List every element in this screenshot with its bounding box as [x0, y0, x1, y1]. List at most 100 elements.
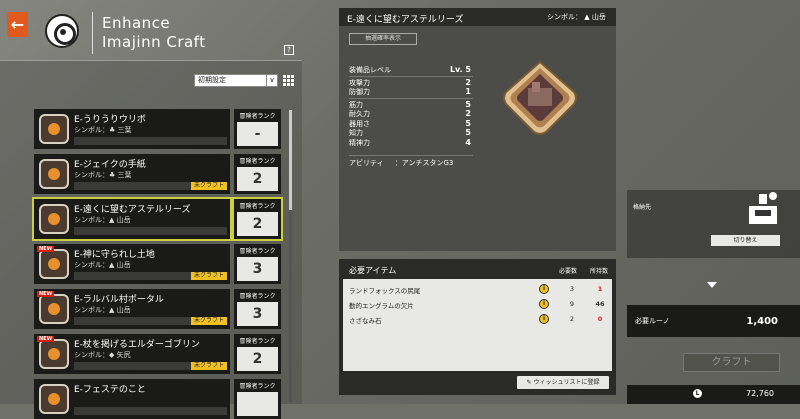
recipe-name: E-ラルバル村ポータル — [74, 295, 164, 305]
uncrafted-badge: 未クラフト — [190, 272, 227, 280]
rank-value: 3 — [237, 302, 278, 326]
imajinn-thumbnail-icon — [39, 384, 69, 414]
page-title-line2: Imajinn Craft — [102, 33, 206, 51]
recipe-card[interactable]: E-うりうりウリボ シンボル：♣ 三葉 — [34, 109, 230, 149]
recipe-card[interactable]: E-フェステのこと — [34, 379, 230, 419]
recipe-name: E-杖を掲げるエルダーゴブリン — [74, 340, 200, 350]
symbol-icon: ▲ — [109, 216, 115, 224]
info-icon[interactable]: i — [539, 284, 549, 294]
rank-label: 冒険者ランク — [239, 113, 276, 120]
edit-icon: ✎ — [526, 379, 532, 386]
recipe-symbol: シンボル：▲ 山岳 — [74, 306, 131, 314]
rank-label: 冒険者ランク — [239, 248, 276, 255]
recipe-name: E-ジェイクの手紙 — [74, 160, 146, 170]
progress-bar — [74, 227, 227, 235]
wishlist-button[interactable]: ✎ ウィッシュリストに登録 — [517, 376, 609, 389]
recipe-name: E-遠くに望むアステルリーズ — [74, 205, 191, 215]
symbol-icon: ♣ — [109, 171, 116, 179]
recipe-card[interactable]: E-ジェイクの手紙 シンボル：♣ 三葉 未クラフト — [34, 154, 230, 194]
imajinn-thumbnail-icon — [39, 294, 69, 324]
attribute-row: 器用さ 5 — [349, 118, 471, 128]
switch-button[interactable]: 切り替え — [711, 235, 780, 246]
adventurer-rank: 冒険者ランク 2 — [234, 334, 281, 374]
storage-label: 格納先 — [633, 204, 652, 211]
level-row: 装備品レベル Lv. 5 — [349, 65, 471, 74]
list-scrollbar[interactable] — [289, 110, 292, 402]
recipe-symbol: シンボル：▲ 山岳 — [74, 261, 131, 269]
new-badge: NEW — [37, 336, 55, 342]
stat-row: 防御力 1 — [349, 87, 471, 96]
page-title-line1: Enhance — [102, 14, 171, 32]
rank-value: 2 — [237, 347, 278, 371]
required-item-row[interactable]: さざなみ石 i 2 0 — [343, 312, 612, 326]
required-item-row[interactable]: ランドフォックスの尻尾 i 3 1 — [343, 282, 612, 296]
rank-label: 冒険者ランク — [239, 158, 276, 165]
probability-button[interactable]: 抽選確率表示 — [349, 33, 417, 45]
recipe-symbol: シンボル：♣ 三葉 — [74, 126, 132, 134]
attribute-row: 知力 5 — [349, 128, 471, 137]
detail-title: E-遠くに望むアステルリーズ — [347, 15, 464, 25]
symbol-icon: ▲ — [109, 261, 115, 269]
item-have: 1 — [597, 285, 603, 293]
arrow-down-icon — [707, 282, 717, 288]
stats-table: 装備品レベル Lv. 5 攻撃力 2 防御力 1 筋力 5 耐久力 2 器用さ 5 知力 5 精神力 4 — [349, 65, 473, 147]
adventurer-rank: 冒険者ランク 2 — [232, 197, 283, 241]
rank-value: 2 — [237, 212, 278, 236]
recipe-symbol: シンボル：♣ 三葉 — [74, 171, 132, 179]
sort-selected: 初期設定 — [198, 76, 226, 84]
adventurer-rank: 冒険者ランク 3 — [234, 289, 281, 329]
new-badge: NEW — [37, 291, 55, 297]
recipe-card[interactable]: E-遠くに望むアステルリーズ シンボル：▲ 山岳 — [32, 197, 232, 241]
item-name: ランドフォックスの尻尾 — [349, 287, 421, 295]
qty-header: 必要数 — [559, 268, 578, 275]
imajinn-logo-icon — [45, 14, 79, 48]
chevron-down-icon: ∨ — [266, 75, 277, 86]
imajinn-thumbnail-icon — [39, 114, 69, 144]
adventurer-rank: 冒険者ランク 2 — [234, 154, 281, 194]
scrollbar-thumb[interactable] — [289, 110, 292, 210]
required-items-list: ランドフォックスの尻尾 i 3 1 勤的エングラムの欠片 i 9 46 さざなみ石 i 2 0 — [343, 279, 612, 371]
attribute-row: 筋力 5 — [349, 99, 471, 109]
imajinn-thumbnail-icon — [39, 339, 69, 369]
recipe-name: E-うりうりウリボ — [74, 115, 146, 125]
rune-value: 1,400 — [746, 316, 778, 327]
mountain-icon: ▲ — [584, 13, 590, 21]
item-qty: 3 — [569, 285, 575, 293]
imajinn-thumbnail-icon — [39, 249, 69, 279]
storage-box-icon — [749, 192, 777, 224]
adventurer-rank: 冒険者ランク 3 — [234, 244, 281, 284]
uncrafted-badge: 未クラフト — [190, 362, 227, 370]
recipe-card[interactable]: NEW E-神に守られし土地 シンボル：▲ 山岳 未クラフト — [34, 244, 230, 284]
help-icon[interactable]: ? — [284, 45, 294, 55]
imajinn-thumbnail-icon — [39, 204, 69, 234]
item-have: 46 — [595, 300, 605, 308]
progress-bar — [74, 137, 227, 145]
craft-button[interactable]: クラフト — [683, 353, 780, 372]
rank-label: 冒険者ランク — [239, 338, 276, 345]
recipe-symbol: シンボル：◆ 矢尻 — [74, 351, 131, 359]
grid-view-icon[interactable] — [283, 75, 294, 86]
symbol-icon: ◆ — [109, 351, 115, 359]
rank-value — [237, 392, 278, 416]
rank-label: 冒険者ランク — [239, 293, 276, 300]
back-button[interactable]: ← — [7, 12, 28, 37]
info-icon[interactable]: i — [539, 299, 549, 309]
info-icon[interactable]: i — [539, 314, 549, 324]
required-item-row[interactable]: 勤的エングラムの欠片 i 9 46 — [343, 297, 612, 311]
recipe-symbol: シンボル：▲ 山岳 — [74, 216, 131, 224]
rune-label: 必要ルーノ — [635, 317, 670, 325]
sort-dropdown[interactable]: 初期設定 ∨ — [194, 74, 278, 87]
symbol-icon: ♣ — [109, 126, 116, 134]
detail-symbol: シンボル： ▲ 山岳 — [547, 13, 606, 21]
rank-value: 2 — [237, 167, 278, 191]
rank-value: 3 — [237, 257, 278, 281]
rank-label: 冒険者ランク — [239, 203, 276, 210]
have-header: 所持数 — [590, 268, 609, 275]
currency-value: 72,760 — [746, 389, 774, 398]
recipe-card[interactable]: NEW E-ラルバル村ポータル シンボル：▲ 山岳 未クラフト — [34, 289, 230, 329]
progress-bar — [74, 407, 227, 415]
rank-value: - — [237, 122, 278, 146]
luno-coin-icon: L — [693, 389, 702, 398]
recipe-card[interactable]: NEW E-杖を掲げるエルダーゴブリン シンボル：◆ 矢尻未クラフト — [34, 334, 230, 374]
attribute-row: 精神力 4 — [349, 137, 471, 147]
